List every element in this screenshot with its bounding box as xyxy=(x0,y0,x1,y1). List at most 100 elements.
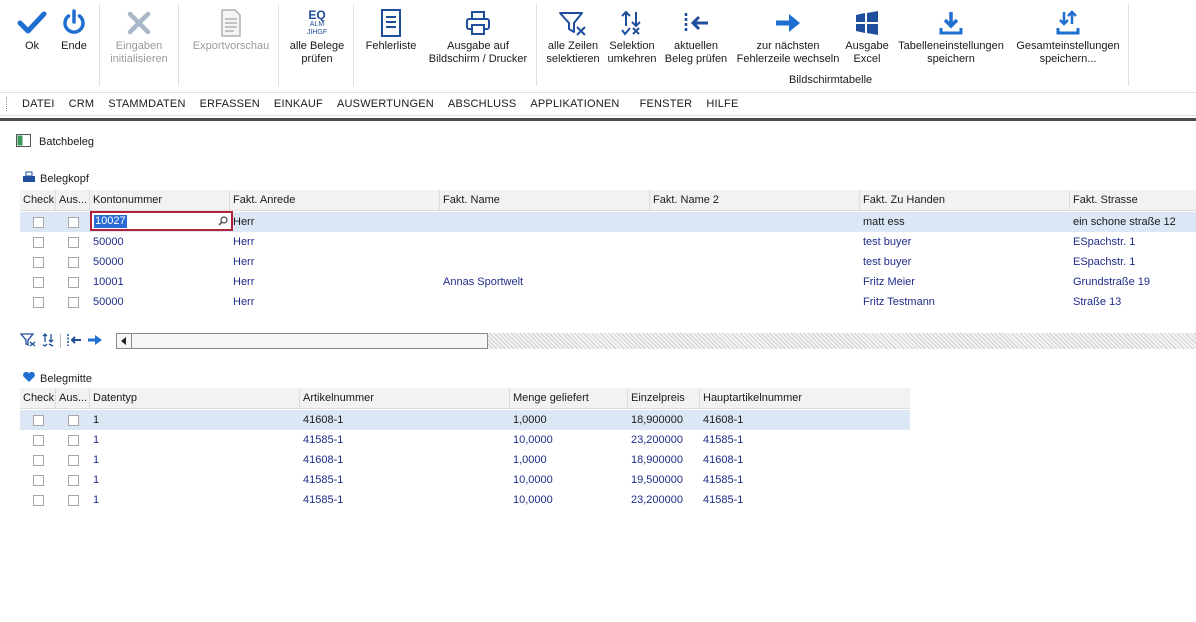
cell-handen[interactable]: matt ess xyxy=(860,212,1070,232)
cell-anrede[interactable]: Herr xyxy=(230,272,440,292)
kontonummer-edit-value[interactable]: 10027 xyxy=(94,215,127,228)
row-checkbox[interactable] xyxy=(33,297,44,308)
col-einzelpreis[interactable]: Einzelpreis xyxy=(628,388,700,408)
cell-handen[interactable]: Fritz Testmann xyxy=(860,292,1070,312)
cell-strasse[interactable]: Straße 13 xyxy=(1070,292,1196,312)
col-check[interactable]: Check xyxy=(20,388,56,408)
row-aus-checkbox[interactable] xyxy=(68,257,79,268)
col-kontonummer[interactable]: Kontonummer xyxy=(90,190,230,210)
cell-einzelpreis[interactable]: 23,200000 xyxy=(628,490,700,510)
table-row[interactable]: 1 41585-1 10,0000 19,500000 41585-1 xyxy=(20,470,910,490)
kontonummer-editor[interactable]: 10027 xyxy=(90,211,233,231)
cell-name[interactable] xyxy=(440,212,650,232)
horizontal-scrollbar[interactable] xyxy=(116,333,488,349)
alle-belege-pruefen-button[interactable]: EQ ALM JIHGF alle Belege prüfen xyxy=(284,6,350,76)
ende-button[interactable]: Ende xyxy=(56,6,92,76)
row-aus-checkbox[interactable] xyxy=(68,455,79,466)
row-aus-checkbox[interactable] xyxy=(68,297,79,308)
cell-menge[interactable]: 1,0000 xyxy=(510,450,628,470)
eingaben-initialisieren-button[interactable]: Eingaben initialisieren xyxy=(104,6,174,76)
ausgabe-drucker-button[interactable]: Ausgabe auf Bildschirm / Drucker xyxy=(424,6,532,76)
menu-abschluss[interactable]: ABSCHLUSS xyxy=(441,98,523,110)
cell-artikelnummer[interactable]: 41585-1 xyxy=(300,470,510,490)
row-aus-checkbox[interactable] xyxy=(68,217,79,228)
col-fakt-name[interactable]: Fakt. Name xyxy=(440,190,650,210)
cell-anrede[interactable]: Herr xyxy=(230,252,440,272)
cell-hauptartikel[interactable]: 41585-1 xyxy=(700,490,910,510)
table-row[interactable]: 1 41608-1 1,0000 18,900000 41608-1 xyxy=(20,410,910,430)
menu-datei[interactable]: DATEI xyxy=(15,98,62,110)
table-row[interactable]: 10027 Herr matt ess ein schone straße 12 xyxy=(20,211,1196,232)
cell-hauptartikel[interactable]: 41608-1 xyxy=(700,410,910,430)
selektion-umkehren-button[interactable]: Selektion umkehren xyxy=(604,6,660,76)
naechste-fehlerzeile-button[interactable]: zur nächsten Fehlerzeile wechseln xyxy=(730,6,846,76)
cell-artikelnummer[interactable]: 41608-1 xyxy=(300,450,510,470)
table-row[interactable]: 50000 Herr test buyer ESpachstr. 1 xyxy=(20,252,1196,272)
menu-hilfe[interactable]: HILFE xyxy=(699,98,745,110)
col-fakt-name2[interactable]: Fakt. Name 2 xyxy=(650,190,860,210)
fehlerliste-button[interactable]: Fehlerliste xyxy=(360,6,422,76)
cell-menge[interactable]: 10,0000 xyxy=(510,430,628,450)
cell-anrede[interactable]: Herr xyxy=(230,212,440,232)
menu-auswertungen[interactable]: AUSWERTUNGEN xyxy=(330,98,441,110)
row-checkbox[interactable] xyxy=(33,455,44,466)
cell-einzelpreis[interactable]: 19,500000 xyxy=(628,470,700,490)
menu-stammdaten[interactable]: STAMMDATEN xyxy=(101,98,192,110)
invert-selection-icon[interactable] xyxy=(41,332,55,350)
col-menge-geliefert[interactable]: Menge geliefert xyxy=(510,388,628,408)
table-row[interactable]: 50000 Herr Fritz Testmann Straße 13 xyxy=(20,292,1196,312)
arrow-left-dotted-icon[interactable] xyxy=(66,333,82,350)
ok-button[interactable]: Ok xyxy=(14,6,50,76)
row-checkbox[interactable] xyxy=(33,495,44,506)
menu-crm[interactable]: CRM xyxy=(62,98,102,110)
cell-name[interactable] xyxy=(440,232,650,252)
row-checkbox[interactable] xyxy=(33,217,44,228)
row-checkbox[interactable] xyxy=(33,257,44,268)
arrow-right-icon[interactable] xyxy=(87,333,103,350)
cell-datentyp[interactable]: 1 xyxy=(90,450,300,470)
filter-select-icon[interactable] xyxy=(19,332,36,350)
cell-kontonummer[interactable]: 50000 xyxy=(90,252,230,272)
row-checkbox[interactable] xyxy=(33,277,44,288)
table-row[interactable]: 50000 Herr test buyer ESpachstr. 1 xyxy=(20,232,1196,252)
menu-erfassen[interactable]: ERFASSEN xyxy=(193,98,267,110)
col-fakt-zu-handen[interactable]: Fakt. Zu Handen xyxy=(860,190,1070,210)
cell-name2[interactable] xyxy=(650,292,860,312)
cell-menge[interactable]: 10,0000 xyxy=(510,470,628,490)
cell-einzelpreis[interactable]: 23,200000 xyxy=(628,430,700,450)
cell-handen[interactable]: test buyer xyxy=(860,232,1070,252)
row-aus-checkbox[interactable] xyxy=(68,475,79,486)
row-aus-checkbox[interactable] xyxy=(68,277,79,288)
cell-name2[interactable] xyxy=(650,252,860,272)
cell-name2[interactable] xyxy=(650,212,860,232)
col-hauptartikelnummer[interactable]: Hauptartikelnummer xyxy=(700,388,910,408)
cell-handen[interactable]: Fritz Meier xyxy=(860,272,1070,292)
scroll-left-icon[interactable] xyxy=(117,334,132,348)
aktuellen-beleg-pruefen-button[interactable]: aktuellen Beleg prüfen xyxy=(660,6,732,76)
cell-artikelnummer[interactable]: 41585-1 xyxy=(300,490,510,510)
col-datentyp[interactable]: Datentyp xyxy=(90,388,300,408)
cell-name[interactable] xyxy=(440,292,650,312)
exportvorschau-button[interactable]: Exportvorschau xyxy=(188,6,274,76)
row-aus-checkbox[interactable] xyxy=(68,435,79,446)
cell-datentyp[interactable]: 1 xyxy=(90,430,300,450)
row-checkbox[interactable] xyxy=(33,415,44,426)
gesamteinstellungen-button[interactable]: Gesamteinstellungen speichern... xyxy=(1010,6,1126,76)
cell-name[interactable] xyxy=(440,252,650,272)
cell-datentyp[interactable]: 1 xyxy=(90,490,300,510)
row-aus-checkbox[interactable] xyxy=(68,495,79,506)
cell-anrede[interactable]: Herr xyxy=(230,292,440,312)
menu-applikationen[interactable]: APPLIKATIONEN xyxy=(523,98,626,110)
cell-hauptartikel[interactable]: 41585-1 xyxy=(700,470,910,490)
cell-strasse[interactable]: Grundstraße 19 xyxy=(1070,272,1196,292)
cell-artikelnummer[interactable]: 41608-1 xyxy=(300,410,510,430)
cell-kontonummer[interactable]: 10001 xyxy=(90,272,230,292)
cell-name2[interactable] xyxy=(650,232,860,252)
col-aus[interactable]: Aus... xyxy=(56,190,90,210)
cell-menge[interactable]: 1,0000 xyxy=(510,410,628,430)
cell-artikelnummer[interactable]: 41585-1 xyxy=(300,430,510,450)
cell-datentyp[interactable]: 1 xyxy=(90,470,300,490)
cell-name[interactable]: Annas Sportwelt xyxy=(440,272,650,292)
cell-hauptartikel[interactable]: 41608-1 xyxy=(700,450,910,470)
col-fakt-strasse[interactable]: Fakt. Strasse xyxy=(1070,190,1196,210)
